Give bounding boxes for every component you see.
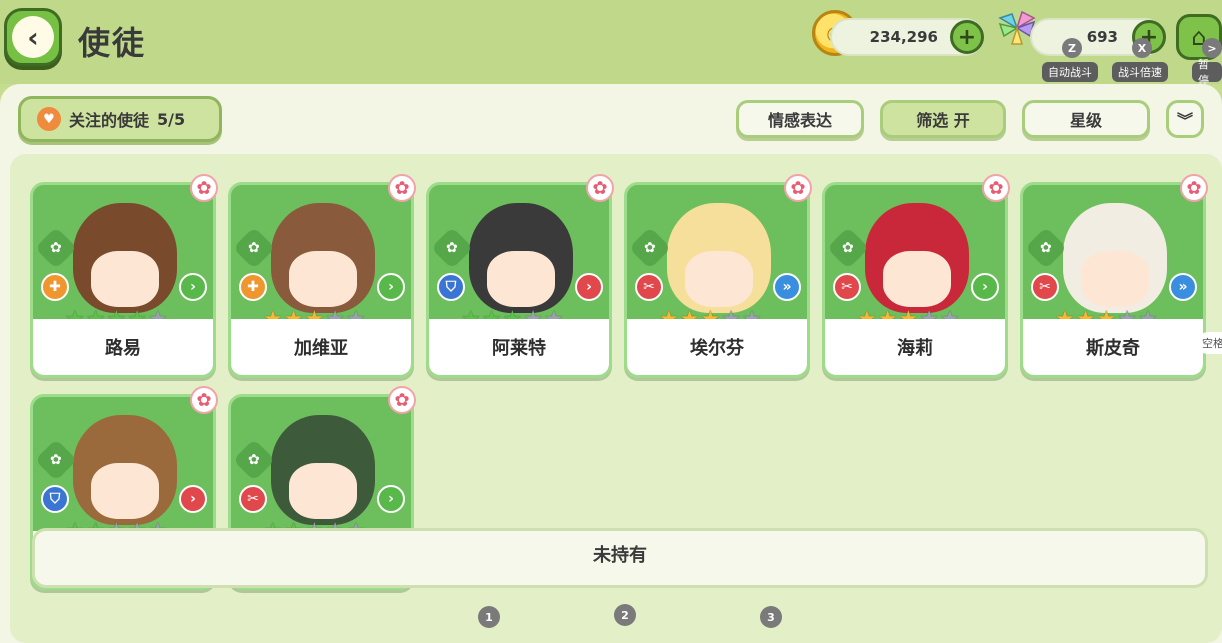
page-title: 使徒 <box>78 24 147 62</box>
character-art <box>73 203 177 313</box>
filter-button[interactable]: 筛选 开 <box>880 100 1006 138</box>
page-marker-1: 1 <box>478 606 500 628</box>
chevron-right-icon: » <box>1169 273 1197 301</box>
character-card[interactable]: ✿✂›★★★★★海莉 <box>822 182 1008 378</box>
swords-role-icon: ✂ <box>1031 273 1059 301</box>
favorite-flower-icon[interactable]: ✿ <box>190 386 218 414</box>
character-name: 阿莱特 <box>429 319 609 375</box>
character-name: 埃尔芬 <box>627 319 807 375</box>
favorite-flower-icon[interactable]: ✿ <box>784 174 812 202</box>
character-art <box>271 415 375 525</box>
favorite-flower-icon[interactable]: ✿ <box>388 386 416 414</box>
character-art <box>865 203 969 313</box>
character-name: 斯皮奇 <box>1023 319 1203 375</box>
add-gold-button[interactable]: + <box>950 20 984 54</box>
swords-role-icon: ✂ <box>635 273 663 301</box>
chevron-left-icon: ‹ <box>12 16 54 58</box>
character-card[interactable]: ✿✂»★★★★★斯皮奇 <box>1020 182 1206 378</box>
expand-button[interactable]: ︾ <box>1166 100 1204 138</box>
star-sort-button[interactable]: 星级 <box>1022 100 1150 138</box>
character-art <box>271 203 375 313</box>
space-hint: 空格 <box>1198 332 1222 354</box>
heart-icon: ♥ <box>37 107 61 131</box>
shield-role-icon: ⛉ <box>437 273 465 301</box>
favorite-flower-icon[interactable]: ✿ <box>586 174 614 202</box>
character-art <box>1063 203 1167 313</box>
followed-apostles-button[interactable]: ♥ 关注的使徒 5/5 <box>18 96 222 142</box>
chevron-right-icon: › <box>179 273 207 301</box>
chevron-right-icon: › <box>179 485 207 513</box>
favorite-flower-icon[interactable]: ✿ <box>190 174 218 202</box>
auto-battle-button[interactable]: 自动战斗 <box>1042 62 1098 82</box>
chevron-right-icon: › <box>575 273 603 301</box>
page-marker-2: 2 <box>614 604 636 626</box>
chevron-right-icon: › <box>971 273 999 301</box>
pause-button[interactable]: 暂停 <box>1192 58 1222 87</box>
character-card[interactable]: ✿⛉›★★★★★阿莱特 <box>426 182 612 378</box>
swords-role-icon: ✂ <box>833 273 861 301</box>
character-art <box>73 415 177 525</box>
character-name: 海莉 <box>825 319 1005 375</box>
chevron-right-icon: › <box>377 485 405 513</box>
top-bar: ‹ 使徒 ◉ 234,296 + 693 + ⌂ Z 自动战斗 X 战斗倍速 >… <box>0 0 1222 87</box>
favorite-flower-icon[interactable]: ✿ <box>388 174 416 202</box>
shield-role-icon: ⛉ <box>41 485 69 513</box>
emotion-button[interactable]: 情感表达 <box>736 100 864 138</box>
battle-speed-button[interactable]: 战斗倍速 <box>1112 62 1168 82</box>
hotkey-x: X <box>1132 38 1152 58</box>
favorite-flower-icon[interactable]: ✿ <box>1180 174 1208 202</box>
chevron-right-icon: » <box>773 273 801 301</box>
favorite-flower-icon[interactable]: ✿ <box>982 174 1010 202</box>
character-name: 加维亚 <box>231 319 411 375</box>
swords-role-icon: ✂ <box>239 485 267 513</box>
hotkey-z: Z <box>1062 38 1082 58</box>
chevron-right-icon: › <box>377 273 405 301</box>
character-card[interactable]: ✿✂»★★★★★埃尔芬 <box>624 182 810 378</box>
character-card[interactable]: ✿✚›★★★★★路易 <box>30 182 216 378</box>
page-marker-3: 3 <box>760 606 782 628</box>
followed-count: 5/5 <box>157 109 186 129</box>
cross-role-icon: ✚ <box>239 273 267 301</box>
character-art <box>469 203 573 313</box>
character-card[interactable]: ✿✚›★★★★★加维亚 <box>228 182 414 378</box>
followed-label: 关注的使徒 <box>69 111 150 130</box>
back-button[interactable]: ‹ <box>4 8 62 66</box>
character-art <box>667 203 771 313</box>
unowned-section[interactable]: 未持有 <box>32 528 1208 588</box>
hotkey-pause: > <box>1202 38 1222 58</box>
cross-role-icon: ✚ <box>41 273 69 301</box>
character-name: 路易 <box>33 319 213 375</box>
double-chevron-down-icon: ︾ <box>1176 111 1193 130</box>
